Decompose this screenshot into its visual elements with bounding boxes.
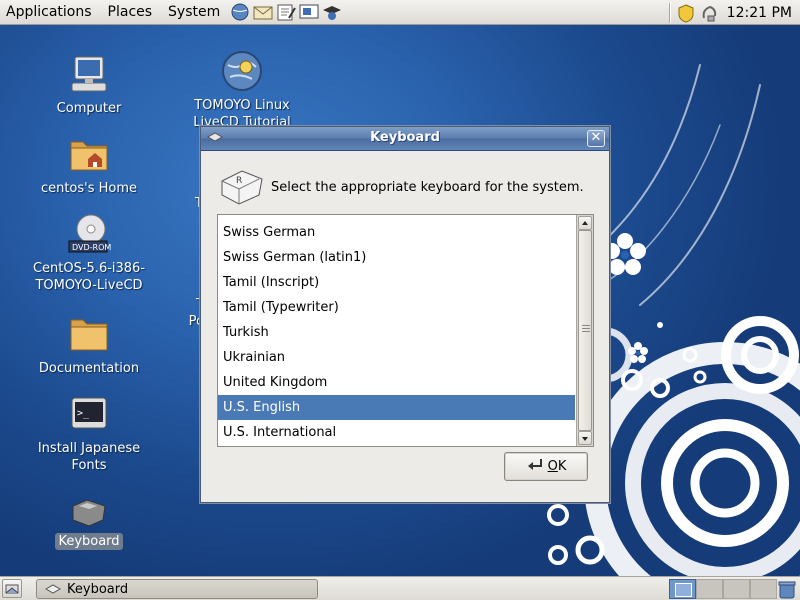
panel-separator	[668, 2, 671, 23]
svg-text:>_: >_	[77, 408, 90, 419]
vertical-scrollbar[interactable]	[576, 215, 593, 446]
list-item-selected[interactable]: U.S. English	[218, 395, 575, 420]
desktop-icon-keyboard[interactable]: Keyboard	[29, 493, 149, 550]
menu-applications[interactable]: Applications	[0, 0, 100, 25]
list-item[interactable]: Swiss German (latin1)	[218, 245, 575, 270]
globe-icon	[218, 47, 266, 95]
system-tray: 12:21 PM	[665, 0, 800, 25]
home-folder-icon	[65, 130, 113, 178]
text-editor-icon[interactable]	[275, 1, 297, 23]
keyboard-small-icon	[45, 584, 61, 594]
desktop-icon-label: Install Japanese Fonts	[37, 441, 141, 473]
ok-label-rest: K	[557, 459, 567, 474]
menu-places[interactable]: Places	[100, 0, 161, 25]
dialog-titlebar[interactable]: Keyboard ✕	[201, 127, 609, 151]
list-item[interactable]: Turkish	[218, 320, 575, 345]
ok-button[interactable]: OK	[504, 452, 588, 481]
terminal-icon: >_	[65, 390, 113, 438]
scroll-up-arrow[interactable]	[578, 216, 592, 230]
show-desktop-button[interactable]	[2, 579, 22, 598]
desktop-icon-dvd[interactable]: DVD-ROM CentOS-5.6-i386- TOMOYO-LiveCD	[29, 210, 149, 294]
scroll-down-arrow[interactable]	[578, 431, 592, 445]
close-button[interactable]: ✕	[587, 130, 605, 147]
keyboard-dialog: Keyboard ✕ R Select the appropriate keyb…	[200, 126, 610, 503]
workspace-3[interactable]	[723, 579, 750, 599]
svg-text:DVD-ROM: DVD-ROM	[72, 243, 111, 252]
desktop-icon-label: Documentation	[38, 361, 140, 376]
taskbar-item-label: Keyboard	[67, 581, 129, 597]
workspace-1[interactable]	[669, 579, 696, 599]
prompt-row: R Select the appropriate keyboard for th…	[219, 165, 584, 209]
desktop-icon-documentation[interactable]: Documentation	[29, 310, 149, 377]
desktop-icon-label: Computer	[56, 101, 122, 116]
dvd-icon: DVD-ROM	[65, 210, 113, 258]
clock[interactable]: 12:21 PM	[721, 5, 800, 21]
ok-mnemonic: O	[547, 459, 558, 474]
desktop-icon-computer[interactable]: Computer	[29, 50, 149, 117]
desktop-icon-label: CentOS-5.6-i386- TOMOYO-LiveCD	[32, 261, 146, 293]
list-item[interactable]: Tamil (Typewriter)	[218, 295, 575, 320]
network-globe-icon[interactable]	[229, 1, 251, 23]
desktop-icon-tomoyo-tutorial[interactable]: TOMOYO Linux LiveCD Tutorial	[182, 47, 302, 131]
workspace-4[interactable]	[750, 579, 777, 599]
list-item[interactable]: U.S. International	[218, 420, 575, 445]
desktop-icon-label: Keyboard	[55, 533, 123, 550]
top-panel: Applications Places System 12:21 PM	[0, 0, 800, 25]
prompt-text: Select the appropriate keyboard for the …	[271, 179, 584, 195]
menu-system[interactable]: System	[160, 0, 228, 25]
taskbar-item-keyboard[interactable]: Keyboard	[36, 579, 318, 599]
ok-button-label: OK	[548, 459, 567, 474]
list-item[interactable]: Ukrainian	[218, 345, 575, 370]
mail-icon[interactable]	[252, 1, 274, 23]
keyboard-list: Swiss German Swiss German (latin1) Tamil…	[217, 214, 594, 447]
workspace-2[interactable]	[696, 579, 723, 599]
keyboard-list-items: Swiss German Swiss German (latin1) Tamil…	[218, 215, 575, 446]
folder-icon	[65, 310, 113, 358]
desktop-icon-label: centos's Home	[40, 181, 138, 196]
close-icon: ✕	[590, 130, 602, 145]
help-mortarboard-icon[interactable]	[321, 1, 343, 23]
keyboard-icon	[65, 493, 113, 531]
presentation-icon[interactable]	[298, 1, 320, 23]
svg-text:R: R	[236, 176, 242, 186]
keyboard-key-icon: R	[219, 167, 265, 207]
scroll-thumb[interactable]	[578, 230, 592, 431]
workspace-switcher[interactable]	[669, 579, 777, 599]
dialog-title: Keyboard	[370, 130, 440, 145]
desktop-icon-home[interactable]: centos's Home	[29, 130, 149, 197]
enter-arrow-icon	[526, 457, 544, 477]
list-item[interactable]: Swiss German	[218, 220, 575, 245]
bottom-panel: Keyboard	[0, 576, 800, 600]
list-item[interactable]: United Kingdom	[218, 370, 575, 395]
desktop-icon-install-fonts[interactable]: >_ Install Japanese Fonts	[29, 390, 149, 474]
trash-icon[interactable]	[776, 579, 798, 599]
list-item[interactable]: Tamil (Inscript)	[218, 270, 575, 295]
network-status-icon[interactable]	[697, 2, 721, 24]
security-shield-icon[interactable]	[675, 2, 697, 24]
computer-icon	[65, 50, 113, 98]
show-desktop-icon	[5, 584, 19, 593]
